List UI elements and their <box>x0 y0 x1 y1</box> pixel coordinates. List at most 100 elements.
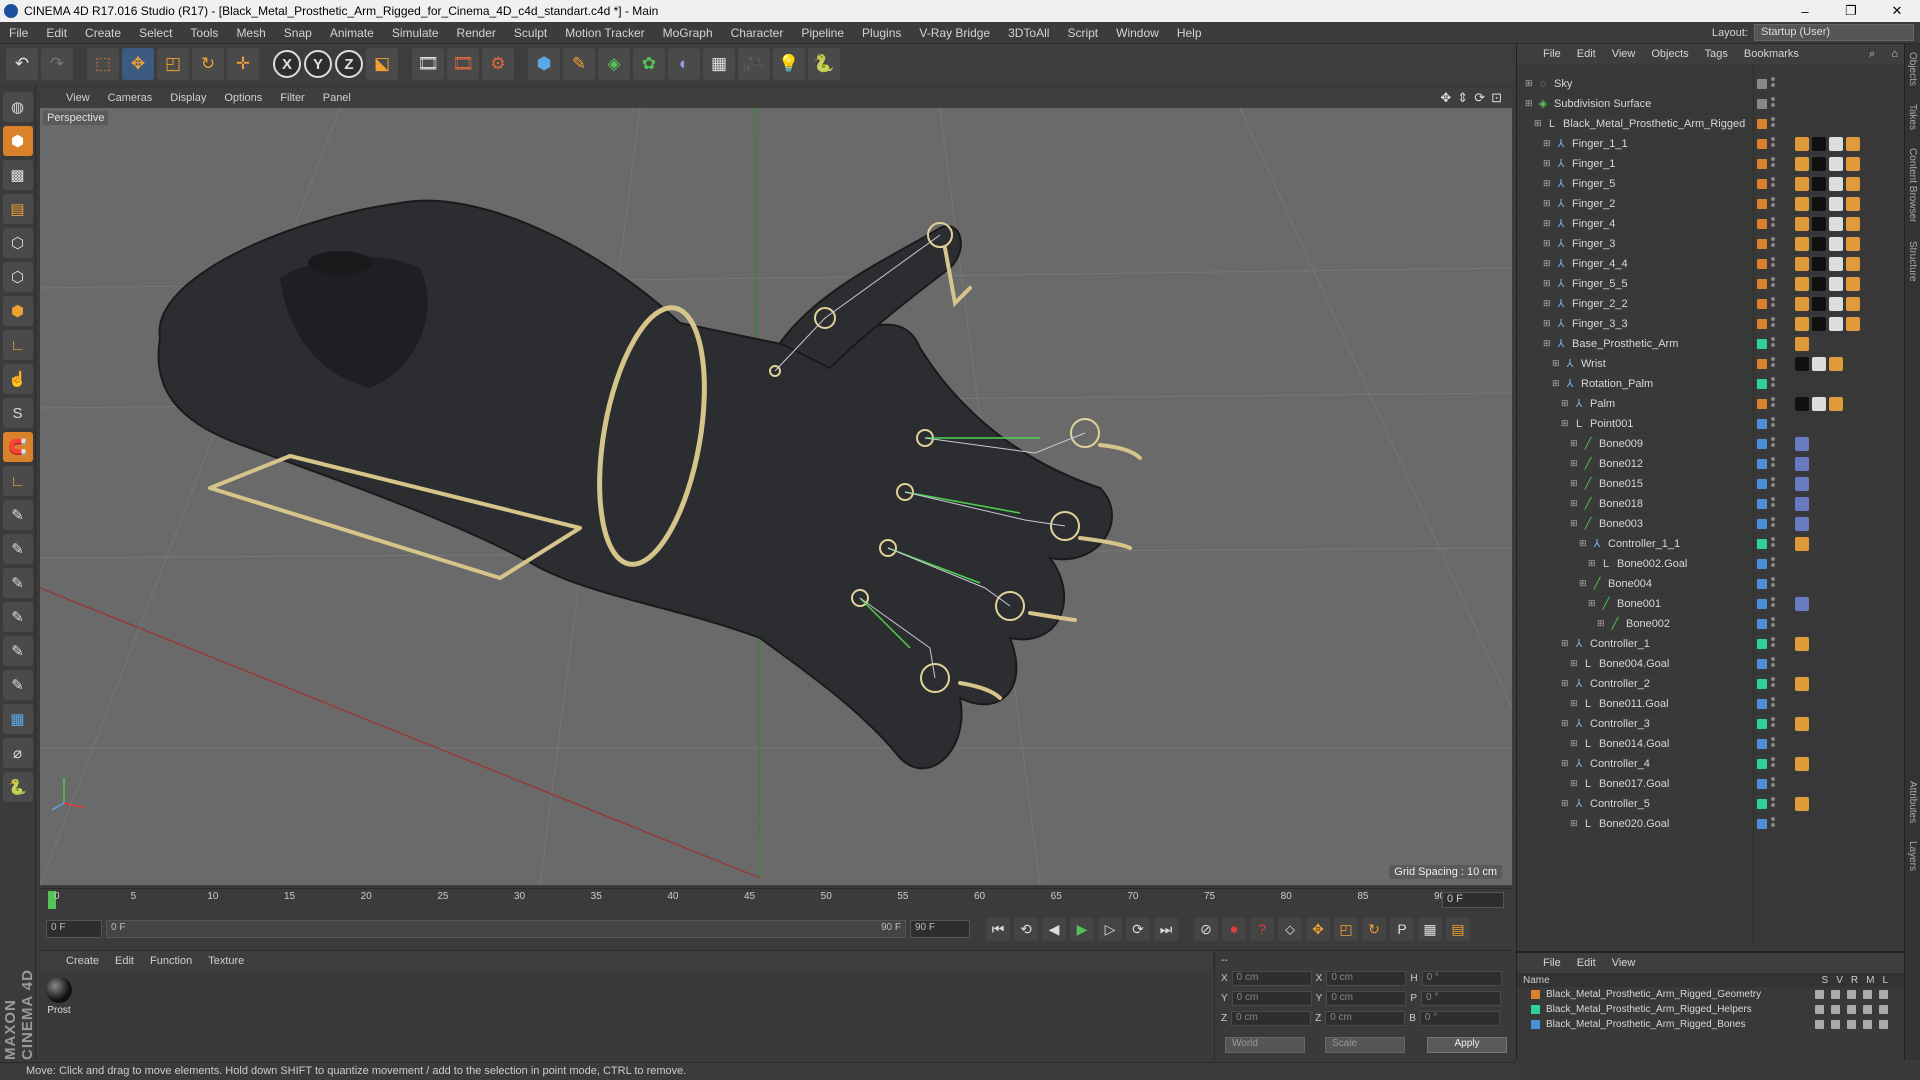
render-view-icon[interactable]: 🎞 <box>412 48 444 80</box>
layer-color-swatch[interactable] <box>1757 719 1767 729</box>
visibility-dots-icon[interactable] <box>1771 597 1775 611</box>
next-key-icon[interactable]: ⟳ <box>1126 917 1150 941</box>
tag-icon[interactable] <box>1795 357 1809 371</box>
viewport-menu-options[interactable]: Options <box>224 92 262 104</box>
material-menu-edit[interactable]: Edit <box>115 955 134 967</box>
prev-key-icon[interactable]: ⟲ <box>1014 917 1038 941</box>
visibility-dots-icon[interactable] <box>1771 337 1775 351</box>
expand-toggle-icon[interactable]: ⊞ <box>1588 598 1598 609</box>
tag-icon[interactable] <box>1846 237 1860 251</box>
layer-color-swatch[interactable] <box>1757 699 1767 709</box>
expand-toggle-icon[interactable]: ⊞ <box>1543 258 1553 269</box>
visibility-dots-icon[interactable] <box>1771 97 1775 111</box>
tag-icon[interactable] <box>1846 277 1860 291</box>
record-icon[interactable]: ⏺ <box>1222 917 1246 941</box>
expand-toggle-icon[interactable]: ⊞ <box>1570 698 1580 709</box>
expand-toggle-icon[interactable]: ⊞ <box>1561 718 1571 729</box>
edit-render-settings-icon[interactable]: ⚙ <box>482 48 514 80</box>
layer-color-swatch[interactable] <box>1757 499 1767 509</box>
tag-icon[interactable] <box>1795 237 1809 251</box>
tag-icon[interactable] <box>1829 197 1843 211</box>
object-row[interactable]: ⊞ ╱ Bone004 <box>1517 574 1905 594</box>
layer-color-swatch[interactable] <box>1757 359 1767 369</box>
key-pla-icon[interactable]: ▦ <box>1418 917 1442 941</box>
layer-color-swatch[interactable] <box>1757 299 1767 309</box>
tag-icon[interactable] <box>1812 317 1826 331</box>
object-row[interactable]: ⊞ L Bone020.Goal <box>1517 814 1905 834</box>
layer-color-swatch[interactable] <box>1757 799 1767 809</box>
layer-color-swatch[interactable] <box>1757 559 1767 569</box>
expand-toggle-icon[interactable]: ⊞ <box>1543 338 1553 349</box>
visibility-dots-icon[interactable] <box>1771 517 1775 531</box>
tag-icon[interactable] <box>1829 217 1843 231</box>
tag-icon[interactable] <box>1795 297 1809 311</box>
pose-brush-icon[interactable]: ✎ <box>2 534 33 564</box>
expand-toggle-icon[interactable]: ⊞ <box>1561 758 1571 769</box>
layer-color-swatch[interactable] <box>1757 599 1767 609</box>
om-menu-tags[interactable]: Tags <box>1705 48 1728 60</box>
object-row[interactable]: ⊞ ╱ Bone002 <box>1517 614 1905 634</box>
layer-color-swatch[interactable] <box>1757 739 1767 749</box>
layer-color-swatch[interactable] <box>1757 459 1767 469</box>
menu-file[interactable]: File <box>0 26 37 40</box>
tag-icon[interactable] <box>1812 237 1826 251</box>
undo-icon[interactable]: ↶ <box>6 48 38 80</box>
expand-toggle-icon[interactable]: ⊞ <box>1543 178 1553 189</box>
visibility-dots-icon[interactable] <box>1771 797 1775 811</box>
layer-color-swatch[interactable] <box>1757 759 1767 769</box>
key-param-icon[interactable]: P <box>1390 917 1414 941</box>
tag-icon[interactable] <box>1812 357 1826 371</box>
visibility-dots-icon[interactable] <box>1771 677 1775 691</box>
object-row[interactable]: ⊞ ⅄ Rotation_Palm <box>1517 374 1905 394</box>
tag-icon[interactable] <box>1795 537 1809 551</box>
tab-layers[interactable]: Layers <box>1907 841 1918 871</box>
floor-icon[interactable]: ▦ <box>703 48 735 80</box>
tag-icon[interactable] <box>1795 317 1809 331</box>
polygons-mode-icon[interactable]: ⬢ <box>2 296 33 326</box>
workplane-lock-icon[interactable]: ∟ <box>2 466 33 496</box>
layer-color-swatch[interactable] <box>1757 399 1767 409</box>
deformer-icon[interactable]: ◐ <box>668 48 700 80</box>
tag-icon[interactable] <box>1829 317 1843 331</box>
tag-icon[interactable] <box>1829 137 1843 151</box>
brush-icon[interactable]: ✎ <box>2 500 33 530</box>
scale-icon[interactable]: ◰ <box>157 48 189 80</box>
expand-toggle-icon[interactable]: ⊞ <box>1552 378 1562 389</box>
expand-toggle-icon[interactable]: ⊞ <box>1561 678 1571 689</box>
object-row[interactable]: ⊞ ⅄ Finger_2 <box>1517 194 1905 214</box>
object-row[interactable]: ⊞ ⅄ Controller_2 <box>1517 674 1905 694</box>
coord-value-field[interactable]: 0 cm <box>1326 971 1407 986</box>
expand-toggle-icon[interactable]: ⊞ <box>1570 458 1580 469</box>
tag-icon[interactable] <box>1829 277 1843 291</box>
object-row[interactable]: ⊞ ⅄ Controller_1 <box>1517 634 1905 654</box>
tag-icon[interactable] <box>1795 717 1809 731</box>
object-row[interactable]: ⊞ ⅄ Finger_1 <box>1517 154 1905 174</box>
tab-structure[interactable]: Structure <box>1907 241 1918 282</box>
maximize-button[interactable]: ❐ <box>1828 0 1874 22</box>
live-select-icon[interactable]: ⬚ <box>87 48 119 80</box>
object-row[interactable]: ⊞ ⅄ Controller_1_1 <box>1517 534 1905 554</box>
layer-color-swatch[interactable] <box>1757 659 1767 669</box>
key-rotation-icon[interactable]: ↻ <box>1362 917 1386 941</box>
layer-color-swatch[interactable] <box>1757 199 1767 209</box>
viewport-menu-filter[interactable]: Filter <box>280 92 304 104</box>
object-row[interactable]: ⊞ ⅄ Finger_1_1 <box>1517 134 1905 154</box>
menu-animate[interactable]: Animate <box>321 26 383 40</box>
coord-world-dropdown[interactable]: World <box>1225 1037 1305 1053</box>
visibility-dots-icon[interactable] <box>1771 557 1775 571</box>
menu-sculpt[interactable]: Sculpt <box>505 26 556 40</box>
minimize-button[interactable]: – <box>1782 0 1828 22</box>
visibility-dots-icon[interactable] <box>1771 717 1775 731</box>
tag-icon[interactable] <box>1795 197 1809 211</box>
coord-value-field[interactable]: 0 cm <box>1231 1011 1312 1026</box>
object-row[interactable]: ⊞ ⅄ Finger_2_2 <box>1517 294 1905 314</box>
coord-scale-dropdown[interactable]: Scale <box>1325 1037 1405 1053</box>
object-row[interactable]: ⊞ ◈ Subdivision Surface <box>1517 94 1905 114</box>
layer-color-swatch[interactable] <box>1757 219 1767 229</box>
tag-icon[interactable] <box>1846 137 1860 151</box>
expand-toggle-icon[interactable]: ⊞ <box>1570 498 1580 509</box>
start-frame-field[interactable]: 0 F <box>46 920 102 938</box>
layer-color-swatch[interactable] <box>1757 259 1767 269</box>
expand-toggle-icon[interactable]: ⊞ <box>1561 418 1571 429</box>
close-button[interactable]: ✕ <box>1874 0 1920 22</box>
